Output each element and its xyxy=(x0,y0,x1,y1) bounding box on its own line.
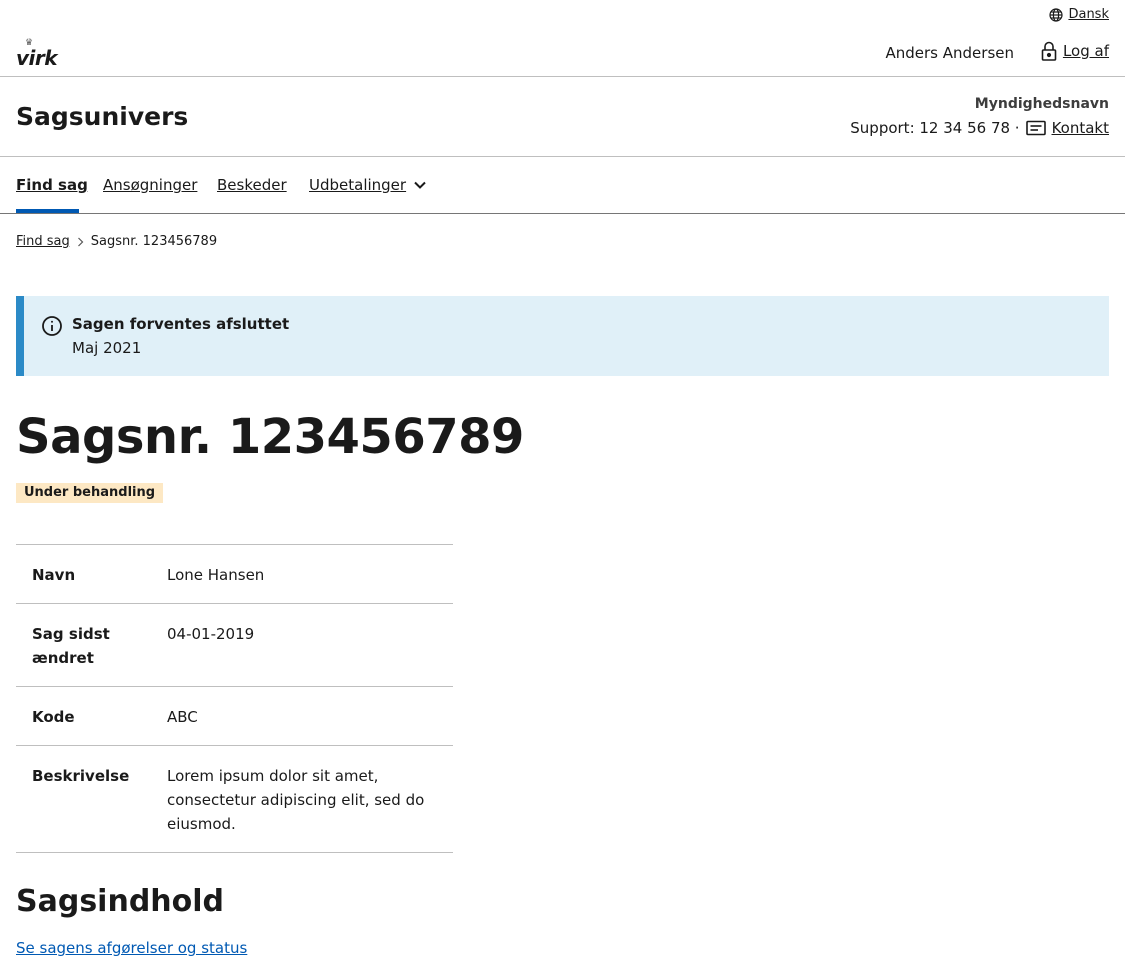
chevron-down-icon xyxy=(414,181,426,189)
alert-accent-bar xyxy=(16,296,24,376)
table-row: Sag sidst ændret 04-01-2019 xyxy=(16,604,453,687)
logout-button[interactable]: Log af xyxy=(1041,41,1109,61)
logo-text: virk xyxy=(16,46,58,70)
contact-card-icon xyxy=(1025,120,1046,136)
support-info: Support: 12 34 56 78 · Kontakt xyxy=(850,119,1109,137)
row-value: Lorem ipsum dolor sit amet, consectetur … xyxy=(167,767,425,833)
table-row: Kode ABC xyxy=(16,687,453,746)
solution-header: Sagsunivers Myndighedsnavn Support: 12 3… xyxy=(0,77,1125,157)
nav-item-udbetalinger[interactable]: Udbetalinger xyxy=(309,176,426,194)
nav-item-label: Ansøgninger xyxy=(103,176,198,194)
contact-label: Kontakt xyxy=(1051,119,1109,137)
row-label: Sag sidst ændret xyxy=(32,625,110,667)
section-heading: Sagsindhold xyxy=(16,884,225,919)
solution-title: Sagsunivers xyxy=(16,102,189,131)
alert-text: Maj 2021 xyxy=(72,339,142,357)
info-icon xyxy=(42,316,62,336)
user-name: Anders Andersen xyxy=(885,44,1014,62)
language-label: Dansk xyxy=(1068,7,1109,22)
chevron-right-icon xyxy=(77,237,84,246)
table-row: Navn Lone Hansen xyxy=(16,545,453,604)
logout-label: Log af xyxy=(1062,42,1109,60)
row-label: Navn xyxy=(32,566,76,584)
case-details-table: Navn Lone Hansen Sag sidst ændret 04-01-… xyxy=(16,544,453,853)
page-title: Sagsnr. 123456789 xyxy=(16,409,524,465)
info-alert: Sagen forventes afsluttet Maj 2021 xyxy=(16,296,1109,376)
decisions-status-link[interactable]: Se sagens afgørelser og status xyxy=(16,939,247,957)
table-row: Beskrivelse Lorem ipsum dolor sit amet, … xyxy=(16,746,453,853)
globe-icon xyxy=(1049,7,1064,22)
support-phone: Support: 12 34 56 78 · xyxy=(850,119,1020,137)
nav-item-label: Beskeder xyxy=(217,176,287,194)
row-label: Beskrivelse xyxy=(32,767,130,785)
alert-heading: Sagen forventes afsluttet xyxy=(72,315,290,333)
nav-item-label: Find sag xyxy=(16,176,88,194)
nav-item-beskeder[interactable]: Beskeder xyxy=(217,176,287,194)
row-value: ABC xyxy=(167,708,198,726)
nav-item-ansogninger[interactable]: Ansøgninger xyxy=(103,176,197,194)
breadcrumb-link-find-sag[interactable]: Find sag xyxy=(16,234,70,249)
portal-header: ♛ virk Anders Andersen Log af xyxy=(0,28,1125,77)
row-value: Lone Hansen xyxy=(167,566,265,584)
lock-icon xyxy=(1041,41,1057,61)
nav-item-find-sag[interactable]: Find sag xyxy=(16,176,88,194)
breadcrumb: Find sag Sagsnr. 123456789 xyxy=(16,234,217,249)
authority-name: Myndighedsnavn xyxy=(974,96,1109,112)
main-navigation: Find sag Ansøgninger Beskeder Udbetaling… xyxy=(0,157,1125,214)
breadcrumb-current: Sagsnr. 123456789 xyxy=(90,234,218,249)
active-tab-indicator xyxy=(16,209,79,213)
nav-item-label: Udbetalinger xyxy=(309,176,407,194)
language-selector[interactable]: Dansk xyxy=(1049,7,1109,22)
page: Dansk ♛ virk Anders Andersen Log af Sags… xyxy=(0,0,1125,961)
contact-link[interactable]: Kontakt xyxy=(1025,119,1109,137)
row-value: 04-01-2019 xyxy=(167,625,255,643)
row-label: Kode xyxy=(32,708,75,726)
status-badge: Under behandling xyxy=(16,483,164,503)
